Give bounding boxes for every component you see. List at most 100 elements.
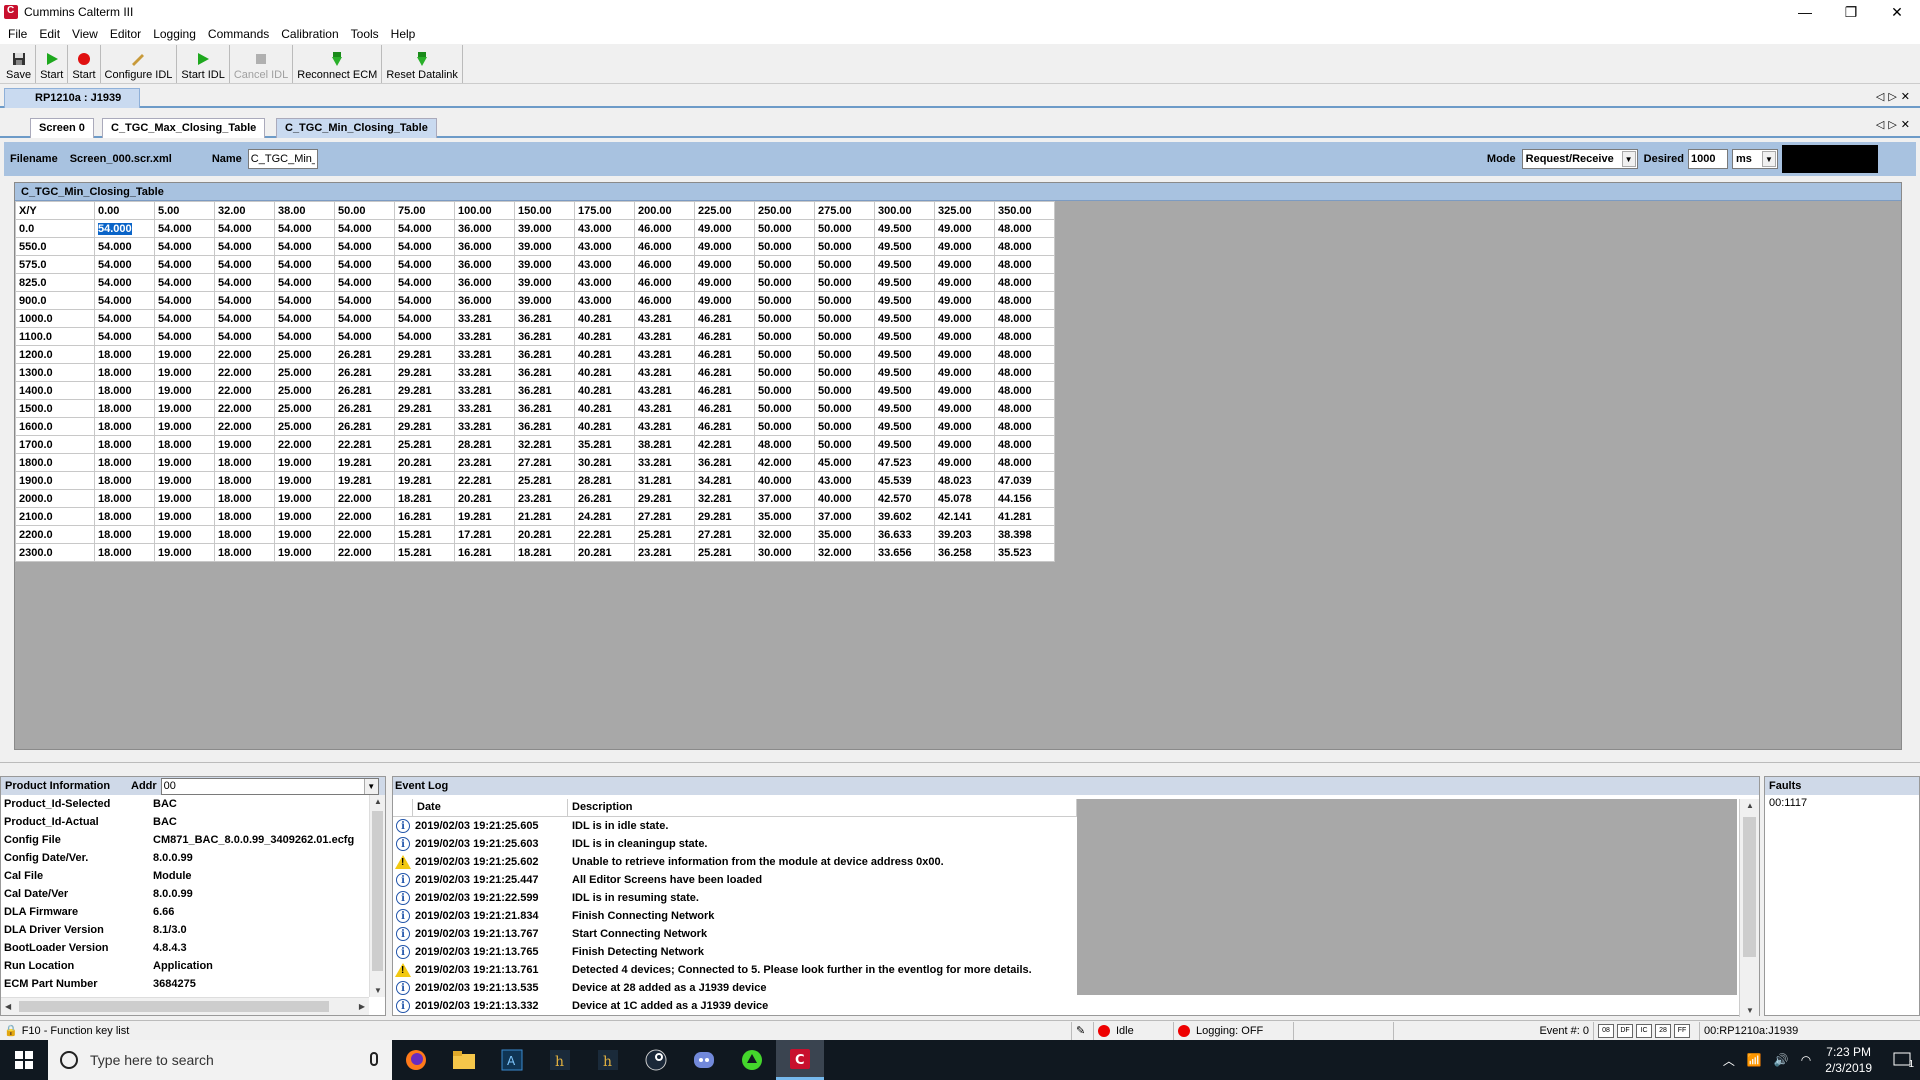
- table-cell[interactable]: 33.281: [454, 327, 515, 346]
- table-cell[interactable]: 38.398: [994, 525, 1055, 544]
- table-cell[interactable]: 48.000: [994, 237, 1055, 256]
- product-info-row[interactable]: Cal File Module: [1, 867, 385, 885]
- scroll-right-icon[interactable]: ▶: [359, 1002, 365, 1011]
- table-cell[interactable]: 50.000: [814, 273, 875, 292]
- table-cell[interactable]: 54.000: [214, 291, 275, 310]
- table-cell[interactable]: 18.281: [394, 489, 455, 508]
- product-info-row[interactable]: BootLoader Version 4.8.4.3: [1, 939, 385, 957]
- table-cell[interactable]: 54.000: [94, 255, 155, 274]
- table-cell[interactable]: 46.000: [634, 273, 695, 292]
- table-cell[interactable]: 32.281: [694, 489, 755, 508]
- table-cell[interactable]: 48.000: [994, 291, 1055, 310]
- start-button[interactable]: Start: [36, 45, 69, 83]
- table-cell[interactable]: 26.281: [334, 363, 395, 382]
- table-cell[interactable]: 50.000: [754, 237, 815, 256]
- table-cell[interactable]: 54.000: [394, 291, 455, 310]
- table-cell[interactable]: 50.000: [754, 399, 815, 418]
- table-cell[interactable]: 54.000: [94, 291, 155, 310]
- table-cell[interactable]: 26.281: [334, 399, 395, 418]
- table-cell[interactable]: 54.000: [154, 273, 215, 292]
- table-cell[interactable]: 17.281: [454, 525, 515, 544]
- table-cell[interactable]: 20.281: [454, 489, 515, 508]
- app-icon-gold-1[interactable]: h: [536, 1040, 584, 1080]
- table-cell[interactable]: 27.281: [694, 525, 755, 544]
- table-cell[interactable]: 19.000: [274, 471, 335, 490]
- table-cell[interactable]: 49.000: [694, 273, 755, 292]
- scroll-thumb[interactable]: [372, 811, 383, 971]
- table-cell[interactable]: 39.000: [514, 219, 575, 238]
- table-cell[interactable]: 18.000: [94, 525, 155, 544]
- table-cell[interactable]: 22.000: [334, 489, 395, 508]
- row-header-y[interactable]: 1800.0: [15, 453, 95, 472]
- product-info-horizontal-scrollbar[interactable]: ◀ ▶: [1, 997, 369, 1015]
- table-cell[interactable]: 48.000: [994, 381, 1055, 400]
- table-cell[interactable]: 49.500: [874, 327, 935, 346]
- table-cell[interactable]: 54.000: [274, 273, 335, 292]
- table-cell[interactable]: 23.281: [514, 489, 575, 508]
- table-cell[interactable]: 18.000: [94, 435, 155, 454]
- table-cell[interactable]: 18.000: [94, 345, 155, 364]
- event-log-row[interactable]: i 2019/02/03 19:21:25.605 IDL is in idle s…: [393, 817, 1077, 835]
- product-info-row[interactable]: DLA Firmware 6.66: [1, 903, 385, 921]
- table-cell[interactable]: 42.570: [874, 489, 935, 508]
- table-cell[interactable]: 29.281: [394, 417, 455, 436]
- table-cell[interactable]: 49.000: [934, 345, 995, 364]
- table-cell[interactable]: 54.000: [274, 309, 335, 328]
- scroll-down-icon[interactable]: ▼: [1746, 1006, 1754, 1015]
- description-column-header[interactable]: Description: [568, 799, 1077, 816]
- table-cell[interactable]: 36.000: [454, 291, 515, 310]
- column-header-x[interactable]: 225.00: [694, 201, 755, 220]
- table-cell[interactable]: 19.000: [154, 525, 215, 544]
- event-log-row[interactable]: i 2019/02/03 19:21:22.599 IDL is in resumi…: [393, 889, 1077, 907]
- table-cell[interactable]: 22.000: [214, 381, 275, 400]
- table-cell[interactable]: 54.000: [394, 219, 455, 238]
- table-cell[interactable]: 22.281: [454, 471, 515, 490]
- menu-logging[interactable]: Logging: [149, 27, 204, 41]
- table-cell[interactable]: 18.000: [94, 381, 155, 400]
- table-cell[interactable]: 36.258: [934, 543, 995, 562]
- table-cell[interactable]: 39.000: [514, 237, 575, 256]
- table-cell-selected[interactable]: 54.000: [94, 219, 155, 238]
- table-cell[interactable]: 48.000: [754, 435, 815, 454]
- table-cell[interactable]: 29.281: [634, 489, 695, 508]
- table-cell[interactable]: 18.000: [214, 453, 275, 472]
- table-cell[interactable]: 19.000: [274, 525, 335, 544]
- column-header-x[interactable]: 50.00: [334, 201, 395, 220]
- table-cell[interactable]: 54.000: [274, 255, 335, 274]
- table-cell[interactable]: 18.000: [94, 453, 155, 472]
- table-cell[interactable]: 49.000: [934, 219, 995, 238]
- table-cell[interactable]: 19.000: [154, 471, 215, 490]
- table-cell[interactable]: 19.000: [154, 399, 215, 418]
- table-cell[interactable]: 48.000: [994, 363, 1055, 382]
- column-header-x[interactable]: 32.00: [214, 201, 275, 220]
- table-cell[interactable]: 26.281: [334, 345, 395, 364]
- table-cell[interactable]: 54.000: [154, 291, 215, 310]
- taskbar-search-box[interactable]: Type here to search: [48, 1040, 392, 1080]
- table-cell[interactable]: 25.000: [274, 417, 335, 436]
- table-cell[interactable]: 54.000: [154, 327, 215, 346]
- app-icon-blue[interactable]: A: [488, 1040, 536, 1080]
- table-cell[interactable]: 49.000: [934, 363, 995, 382]
- table-cell[interactable]: 46.000: [634, 237, 695, 256]
- table-cell[interactable]: 54.000: [214, 237, 275, 256]
- table-cell[interactable]: 49.500: [874, 309, 935, 328]
- volume-icon[interactable]: 🔊: [1774, 1053, 1789, 1067]
- table-cell[interactable]: 40.281: [574, 399, 635, 418]
- table-cell[interactable]: 54.000: [214, 309, 275, 328]
- table-cell[interactable]: 54.000: [214, 273, 275, 292]
- row-header-y[interactable]: 575.0: [15, 255, 95, 274]
- table-cell[interactable]: 50.000: [814, 237, 875, 256]
- table-cell[interactable]: 25.000: [274, 381, 335, 400]
- start-idl-button[interactable]: Start IDL: [177, 45, 230, 83]
- table-cell[interactable]: 40.000: [814, 489, 875, 508]
- table-cell[interactable]: 50.000: [754, 255, 815, 274]
- event-log-row[interactable]: i 2019/02/03 19:21:21.834 Finish Connectin…: [393, 907, 1077, 925]
- row-header-y[interactable]: 1700.0: [15, 435, 95, 454]
- table-cell[interactable]: 50.000: [814, 255, 875, 274]
- table-cell[interactable]: 54.000: [274, 291, 335, 310]
- table-cell[interactable]: 18.000: [94, 417, 155, 436]
- table-cell[interactable]: 54.000: [334, 309, 395, 328]
- table-cell[interactable]: 54.000: [274, 219, 335, 238]
- table-cell[interactable]: 40.000: [754, 471, 815, 490]
- event-log-row[interactable]: i 2019/02/03 19:21:25.447 All Editor Scree…: [393, 871, 1077, 889]
